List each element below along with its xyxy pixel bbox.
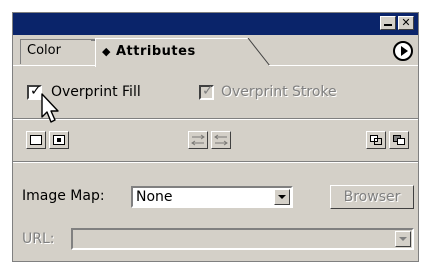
overprint-stroke-label: Overprint Stroke: [221, 84, 337, 100]
tab-row: Color ◆ Attributes: [13, 35, 418, 68]
divider: [13, 118, 418, 120]
use-even-odd-button[interactable]: [389, 131, 409, 149]
attributes-panel: ✕ Color ◆ Attributes ✓ Overprint Fill ✓ …: [12, 12, 419, 262]
close-button[interactable]: ✕: [398, 16, 414, 30]
tab-color-label: Color: [27, 43, 61, 58]
use-non-zero-winding-button[interactable]: [366, 131, 386, 149]
browser-button[interactable]: Browser: [330, 185, 414, 209]
panel-menu-icon: [401, 46, 408, 56]
show-center-on-icon: [53, 135, 65, 145]
checkmark-icon: ✓: [202, 83, 214, 99]
show-center-off-icon: [30, 135, 42, 145]
chevron-down-icon: [399, 237, 407, 241]
image-map-select[interactable]: None: [131, 186, 293, 208]
tab-baseline: [269, 65, 418, 66]
minimize-icon: [384, 24, 392, 26]
show-center-on-button[interactable]: [49, 131, 69, 149]
tab-attributes[interactable]: ◆ Attributes: [95, 38, 270, 68]
use-even-odd-icon: [393, 135, 405, 145]
use-non-zero-winding-icon: [370, 135, 382, 145]
reverse-path-direction-off-button[interactable]: [188, 131, 208, 149]
image-map-value: None: [136, 189, 173, 205]
tab-color[interactable]: Color: [20, 39, 111, 64]
image-map-dropdown-button[interactable]: [274, 189, 290, 205]
reverse-path-direction-on-icon: [214, 134, 228, 146]
image-map-label: Image Map:: [22, 188, 105, 204]
url-field[interactable]: [71, 228, 414, 250]
overprint-row: ✓ Overprint Fill ✓ Overprint Stroke: [27, 83, 417, 105]
overprint-stroke-checkbox[interactable]: ✓: [199, 83, 214, 100]
sort-arrows-icon: ◆: [102, 45, 111, 58]
chevron-down-icon: [278, 195, 286, 199]
tab-edge: [244, 38, 270, 68]
mouse-pointer-icon: [41, 93, 59, 123]
minimize-button[interactable]: [380, 16, 396, 30]
tab-baseline: [13, 65, 95, 66]
panel-title-bar[interactable]: ✕: [13, 13, 418, 35]
reverse-path-direction-on-button[interactable]: [211, 131, 231, 149]
overprint-fill-label: Overprint Fill: [51, 84, 141, 100]
tab-attributes-label: Attributes: [116, 44, 196, 59]
reverse-path-direction-off-icon: [191, 134, 205, 146]
panel-menu-button[interactable]: [393, 41, 413, 61]
show-center-off-button[interactable]: [26, 131, 46, 149]
url-dropdown-button[interactable]: [395, 231, 411, 247]
divider: [13, 161, 418, 163]
url-label: URL:: [22, 231, 55, 247]
close-icon: ✕: [401, 16, 411, 29]
